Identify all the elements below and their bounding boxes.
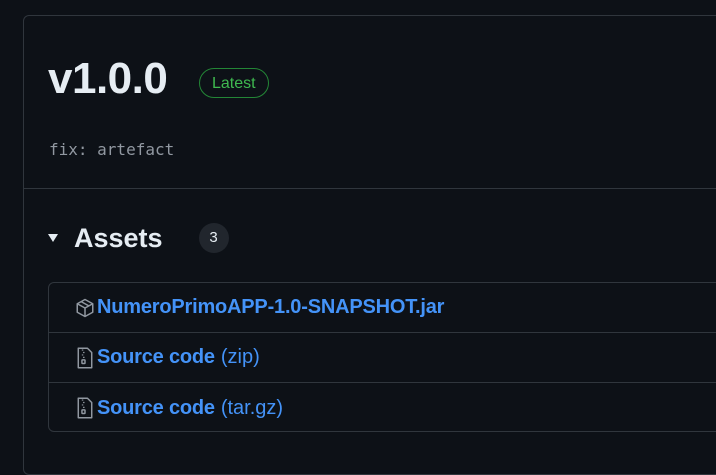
release-header: v1.0.0 Latest fix: artefact bbox=[24, 16, 716, 189]
asset-ext-targz[interactable]: (tar.gz) bbox=[221, 397, 283, 420]
asset-row[interactable]: NumeroPrimoAPP-1.0-SNAPSHOT.jar bbox=[49, 283, 716, 333]
release-card: v1.0.0 Latest fix: artefact Assets 3 Num… bbox=[23, 15, 716, 475]
asset-link-jar[interactable]: NumeroPrimoAPP-1.0-SNAPSHOT.jar bbox=[97, 296, 444, 319]
file-zip-icon bbox=[75, 346, 95, 369]
release-notes: fix: artefact bbox=[49, 140, 175, 159]
asset-link-zip[interactable]: Source code bbox=[97, 346, 215, 369]
asset-ext-zip[interactable]: (zip) bbox=[221, 346, 260, 369]
assets-count-badge: 3 bbox=[198, 223, 229, 253]
assets-title: Assets bbox=[74, 222, 163, 253]
file-zip-icon bbox=[75, 397, 95, 419]
latest-badge: Latest bbox=[199, 68, 269, 98]
asset-row[interactable]: Source code (tar.gz) bbox=[49, 383, 716, 433]
caret-down-icon bbox=[48, 234, 58, 242]
assets-toggle[interactable]: Assets 3 bbox=[48, 216, 229, 260]
package-icon bbox=[75, 297, 95, 319]
asset-list: NumeroPrimoAPP-1.0-SNAPSHOT.jar Source c… bbox=[48, 282, 716, 432]
release-version[interactable]: v1.0.0 bbox=[48, 54, 168, 104]
asset-link-targz[interactable]: Source code bbox=[97, 397, 215, 420]
asset-row[interactable]: Source code (zip) bbox=[49, 333, 716, 383]
